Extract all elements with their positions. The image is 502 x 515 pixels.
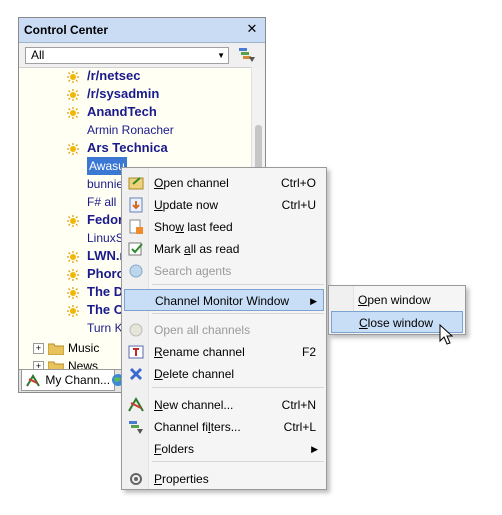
tab-label: My Chann... xyxy=(45,373,111,387)
filter-row: All ▼ xyxy=(19,43,265,68)
tree-item-label: Ars Technica xyxy=(87,140,168,155)
menu-item-label: Delete channel xyxy=(154,367,235,381)
tree-item-label: /r/sysadmin xyxy=(87,86,160,101)
menu-shortcut: F2 xyxy=(301,345,316,359)
menu-item-rename-channel[interactable]: Rename channel F2 xyxy=(124,341,324,363)
menu-item-label: Update now xyxy=(154,198,219,212)
tree-item-label: F# all xyxy=(87,195,117,209)
tree-item-label: Fedor xyxy=(87,212,124,227)
sun-icon xyxy=(67,250,79,263)
menu-item-channel-monitor-window[interactable]: Channel Monitor Window ▶ xyxy=(124,289,324,311)
new-channel-icon xyxy=(128,397,144,412)
tree-item-label: bunnie xyxy=(87,177,124,191)
menu-item-folders[interactable]: Folders ▶ xyxy=(124,438,324,460)
menu-shortcut: Ctrl+L xyxy=(283,420,316,434)
menu-separator xyxy=(152,313,324,314)
gear-icon xyxy=(130,473,142,485)
menu-item-label: Properties xyxy=(154,472,209,486)
menu-item-search-agents: Search agents xyxy=(124,260,324,282)
open-all-icon xyxy=(129,323,143,337)
tab-my-channels[interactable]: My Chann... xyxy=(21,370,116,391)
submenu-item-label: Open window xyxy=(358,293,431,307)
menu-item-update-now[interactable]: Update now Ctrl+U xyxy=(124,194,324,216)
mouse-cursor-icon xyxy=(439,324,454,345)
dropdown-arrow-icon: ▼ xyxy=(217,51,225,60)
menu-item-label: Channel filters... xyxy=(154,420,241,434)
menu-separator xyxy=(152,387,324,388)
search-agents-icon xyxy=(129,264,143,278)
update-icon xyxy=(129,197,143,213)
menu-separator xyxy=(152,461,324,462)
menu-item-label: Folders xyxy=(154,442,195,456)
folder-icon xyxy=(48,343,64,355)
delete-icon xyxy=(129,367,143,381)
menu-separator xyxy=(152,284,324,285)
panel-title-bar: Control Center ✕ xyxy=(19,18,265,43)
tree-folder[interactable]: + Music xyxy=(33,339,99,357)
menu-item-label: New channel... xyxy=(154,398,234,412)
menu-item-label: Open channel xyxy=(154,176,229,190)
menu-item-label: Open all channels xyxy=(154,323,251,337)
menu-item-label: Mark all as read xyxy=(154,242,240,256)
close-icon[interactable]: ✕ xyxy=(245,21,259,37)
sun-icon xyxy=(67,70,79,83)
menu-item-label: Search agents xyxy=(154,264,232,278)
filter-dropdown[interactable]: All ▼ xyxy=(25,47,229,64)
tree-item-label: Phoro xyxy=(87,266,125,281)
menu-item-mark-all-as-read[interactable]: Mark all as read xyxy=(124,238,324,260)
menu-item-delete-channel[interactable]: Delete channel xyxy=(124,363,324,385)
rename-icon xyxy=(128,345,144,359)
menu-item-label: Rename channel xyxy=(154,345,245,359)
sun-icon xyxy=(67,88,79,101)
expand-icon[interactable]: + xyxy=(33,343,44,355)
sun-icon xyxy=(67,268,79,281)
menu-shortcut: Ctrl+O xyxy=(280,176,316,190)
sun-icon xyxy=(67,214,79,227)
tree-item-label: Armin Ronacher xyxy=(87,123,174,137)
filter-value: All xyxy=(31,48,45,62)
menu-item-properties[interactable]: Properties xyxy=(124,468,324,490)
channels-icon xyxy=(26,373,40,387)
channel-filter-icon[interactable] xyxy=(237,46,257,64)
tree-item-label: The D xyxy=(87,284,124,299)
menu-item-open-all-channels: Open all channels xyxy=(124,319,324,341)
submenu-arrow-icon: ▶ xyxy=(311,444,318,454)
mark-read-icon xyxy=(128,242,143,256)
context-menu: Open channel Ctrl+O Update now Ctrl+U Show l… xyxy=(121,167,327,490)
last-feed-icon xyxy=(129,219,143,234)
menu-item-new-channel[interactable]: New channel... Ctrl+N xyxy=(124,394,324,416)
submenu-item-open-window[interactable]: Open window xyxy=(331,289,463,311)
sun-icon xyxy=(67,304,79,317)
filter-icon xyxy=(129,421,143,434)
tree-item-label: /r/netsec xyxy=(87,68,141,83)
menu-item-show-last-feed[interactable]: Show last feed xyxy=(124,216,324,238)
tree-item-label: The O xyxy=(87,302,124,317)
tree-item-label: AnandTech xyxy=(87,104,157,119)
menu-shortcut: Ctrl+N xyxy=(281,398,316,412)
menu-item-label: Channel Monitor Window xyxy=(155,294,290,308)
tree-item-label: LinuxS xyxy=(87,231,124,245)
open-channel-icon xyxy=(128,177,144,190)
menu-item-label: Show last feed xyxy=(154,220,233,234)
folder-label: Music xyxy=(68,341,100,355)
menu-item-open-channel[interactable]: Open channel Ctrl+O xyxy=(124,172,324,194)
submenu-arrow-icon: ▶ xyxy=(310,296,317,306)
panel-title: Control Center xyxy=(24,23,108,37)
sun-icon xyxy=(67,286,79,299)
menu-shortcut: Ctrl+U xyxy=(281,198,316,212)
menu-item-channel-filters[interactable]: Channel filters... Ctrl+L xyxy=(124,416,324,438)
sun-icon xyxy=(67,106,79,119)
submenu-item-label: Close window xyxy=(359,316,434,330)
sun-icon xyxy=(67,142,79,155)
tree-item-label: Turn K xyxy=(87,321,123,335)
